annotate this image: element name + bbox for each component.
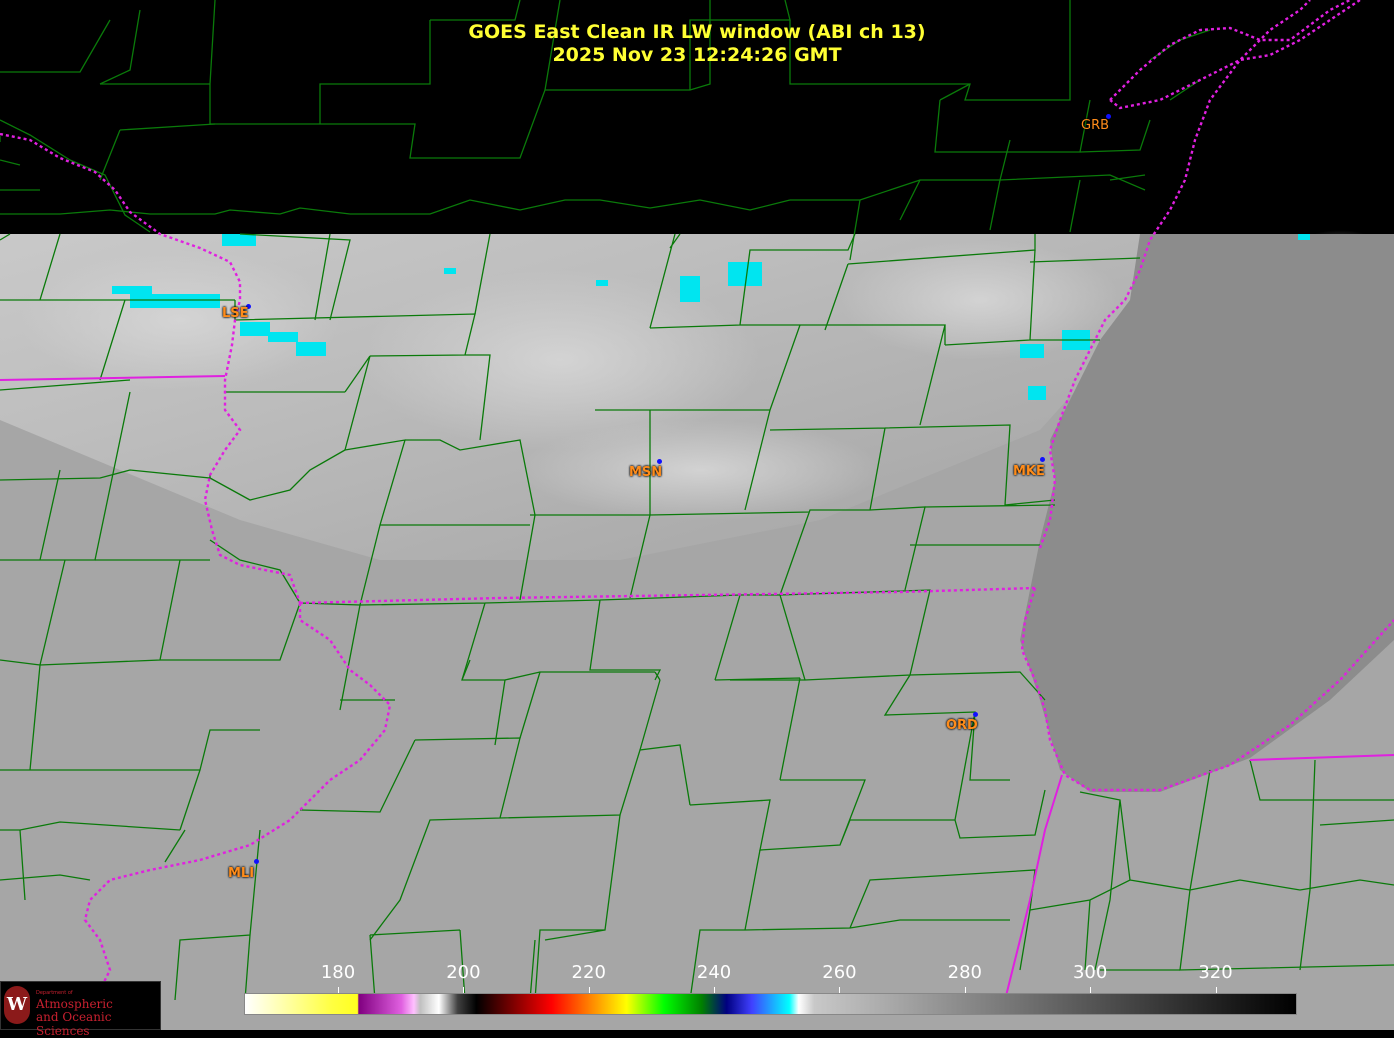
- colorbar-tick-mark: [964, 987, 966, 993]
- logo-line2: and Oceanic Sciences: [36, 1010, 112, 1038]
- station-label-mli: MLI: [228, 866, 255, 881]
- station-dot-mke: [1040, 457, 1045, 462]
- colorbar-tick-mark: [1215, 987, 1217, 993]
- colorbar-tick-mark: [839, 987, 841, 993]
- colorbar-tick-mark: [588, 987, 590, 993]
- colorbar-tick-label: 300: [1072, 962, 1108, 983]
- colorbar-tick-label: 260: [822, 962, 857, 983]
- map-timestamp: 2025 Nov 23 12:24:26 GMT: [552, 44, 842, 66]
- station-dot-ord: [973, 712, 978, 717]
- station-dot-msn: [657, 459, 662, 464]
- logo-dept-text: Department of: [36, 990, 73, 996]
- colorbar-tick-label: 220: [571, 962, 606, 983]
- station-label-mke: MKE: [1013, 464, 1045, 479]
- colorbar-tick-label: 200: [446, 962, 481, 983]
- station-label-ord: ORD: [946, 718, 978, 733]
- logo-line1: Atmospheric: [36, 997, 113, 1011]
- colorbar-tick-mark: [1090, 987, 1092, 993]
- station-label-grb: GRB: [1081, 118, 1110, 133]
- temperature-colorbar: [244, 993, 1297, 1015]
- satellite-map: [0, 0, 1394, 1030]
- station-label-lse: LSE: [222, 306, 249, 321]
- colorbar-tick-mark: [338, 987, 340, 993]
- colorbar-tick-label: 280: [947, 962, 982, 983]
- colorbar-tick-mark: [463, 987, 465, 993]
- colorbar-tick-label: 180: [320, 962, 356, 983]
- station-label-msn: MSN: [629, 465, 663, 480]
- station-dot-mli: [254, 859, 259, 864]
- colorbar-tick-label: 320: [1198, 962, 1233, 983]
- uw-seal-icon: W: [4, 986, 30, 1024]
- colorbar-tick-mark: [714, 987, 716, 993]
- map-title: GOES East Clean IR LW window (ABI ch 13): [468, 21, 926, 43]
- aos-logo: W Department of Atmospheric and Oceanic …: [0, 981, 161, 1038]
- colorbar-tick-label: 240: [696, 962, 732, 983]
